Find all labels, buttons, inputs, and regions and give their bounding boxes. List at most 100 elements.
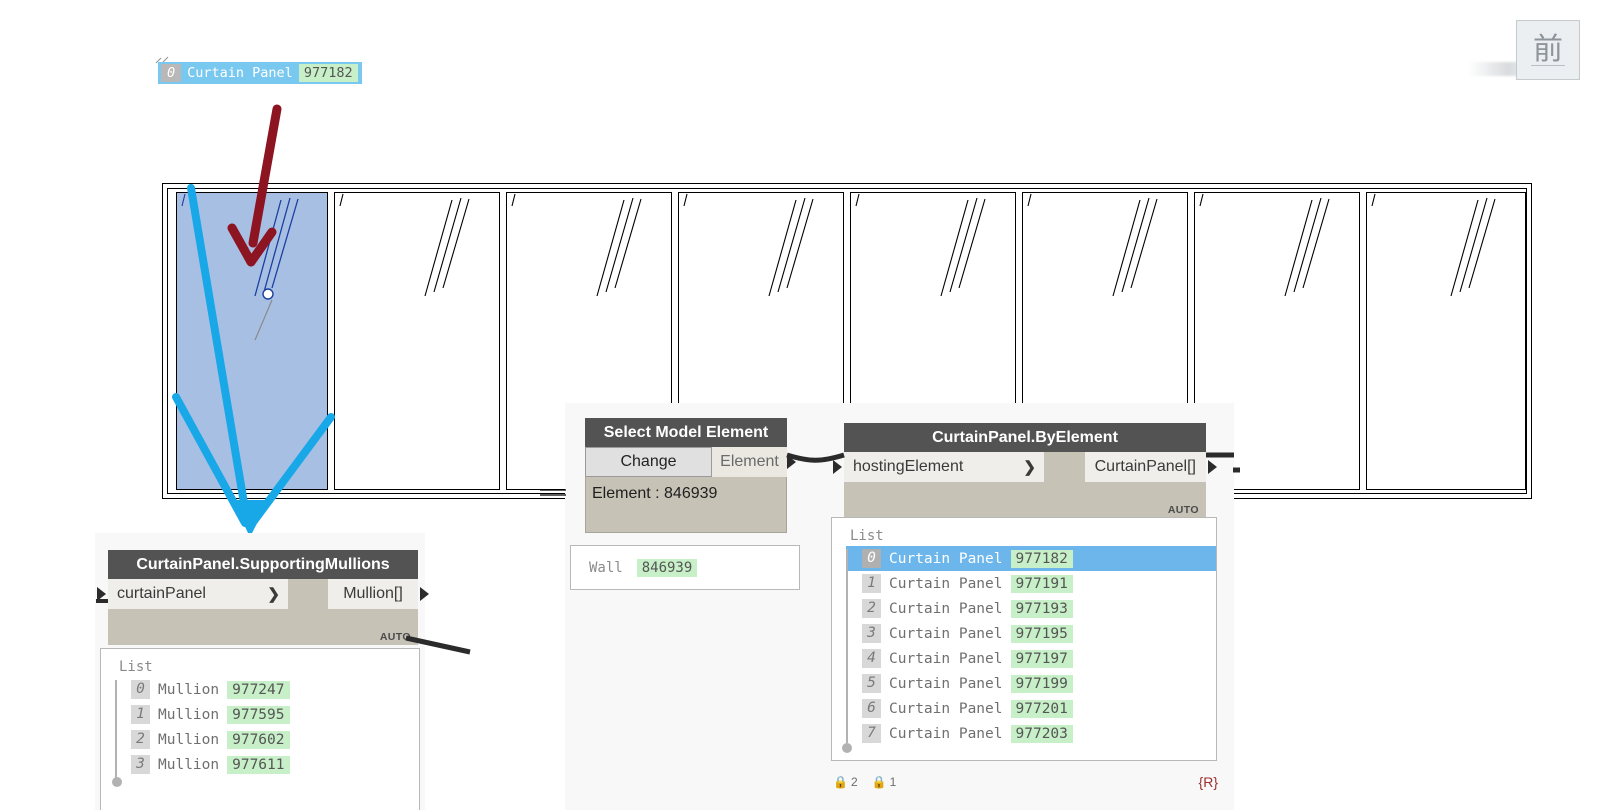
node-auto-badge: AUTO (1167, 504, 1199, 516)
output-port-label: Mullion[] (343, 585, 403, 602)
list-item-value: 977195 (1010, 624, 1073, 643)
list-item[interactable]: 0 Mullion 977247 (115, 677, 419, 702)
mullion-watch-list[interactable]: List 0 Mullion 977247 1 Mullion 977595 2… (100, 648, 420, 810)
list-item[interactable]: 1 Mullion 977595 (115, 702, 419, 727)
input-nub (97, 587, 106, 601)
list-item-index: 1 (131, 705, 150, 724)
mullion-list-title: List (119, 659, 153, 675)
list-item-name: Curtain Panel (889, 575, 1003, 592)
wall-watch-bubble[interactable]: Wall 846939 (570, 545, 800, 590)
input-port-label: hostingElement (853, 458, 964, 475)
input-port-curtainpanel[interactable]: curtainPanel ❯ (108, 579, 288, 609)
mullion-list-rows: 0 Mullion 977247 1 Mullion 977595 2 Mull… (101, 677, 419, 787)
table-row[interactable]: 0 Curtain Panel 977182 (846, 546, 1216, 571)
output-nub (420, 587, 429, 601)
list-item-name: Curtain Panel (889, 550, 1003, 567)
list-item[interactable]: 3 Mullion 977611 (115, 752, 419, 777)
list-item-value: 977611 (227, 755, 290, 774)
list-item-value: 977199 (1010, 674, 1073, 693)
list-item-name: Curtain Panel (889, 600, 1003, 617)
tooltip-index: 0 (161, 64, 182, 82)
panel-list-rows: 0 Curtain Panel 977182 1 Curtain Panel 9… (832, 546, 1216, 754)
output-port-element[interactable]: Element (712, 447, 787, 477)
list-item-name: Mullion (158, 706, 220, 723)
list-item-index: 4 (862, 649, 881, 668)
list-item-name: Curtain Panel (889, 725, 1003, 742)
list-item-name: Mullion (158, 756, 220, 773)
node-title: Select Model Element (585, 418, 787, 447)
change-button[interactable]: Change (585, 447, 712, 477)
list-item-index: 2 (131, 730, 150, 749)
panel-list-title: List (850, 528, 884, 544)
list-item-name: Mullion (158, 681, 220, 698)
screenshot-root: 0 Curtain Panel 977182 前 CurtainPanel.Su… (0, 0, 1604, 810)
node-body: curtainPanel ❯ Mullion[] AUTO (97, 579, 429, 645)
list-item-name: Curtain Panel (889, 675, 1003, 692)
dynamo-status-bar: 🔒 2 🔒 1 {R} (833, 767, 1218, 797)
lock-icon: 🔒 (871, 775, 887, 789)
input-port-label: curtainPanel (117, 585, 206, 602)
list-item-index: 7 (862, 724, 881, 743)
list-item[interactable]: 2 Mullion 977602 (115, 727, 419, 752)
input-port-hostingelement[interactable]: hostingElement ❯ (844, 452, 1044, 482)
output-port-label: CurtainPanel[] (1094, 458, 1196, 475)
list-spine (846, 549, 848, 743)
selected-element-info: Element : 846939 (585, 477, 787, 533)
dynamo-overlay-left: CurtainPanel.SupportingMullions curtainP… (95, 533, 429, 810)
viewcube[interactable]: 前 (1516, 20, 1580, 80)
curtain-panel-1[interactable] (334, 192, 500, 490)
node-title: CurtainPanel.SupportingMullions (108, 550, 418, 579)
list-item-index: 5 (862, 674, 881, 693)
element-hover-tooltip: 0 Curtain Panel 977182 (158, 62, 362, 84)
table-row[interactable]: 1 Curtain Panel 977191 (846, 571, 1216, 596)
code-block-icon[interactable]: {R} (1199, 774, 1218, 790)
list-item-value: 977201 (1010, 699, 1073, 718)
status-item-1[interactable]: 🔒 1 (872, 775, 897, 789)
list-item-index: 3 (862, 624, 881, 643)
tooltip-id: 977182 (298, 64, 358, 82)
chevron-right-icon[interactable]: ❯ (267, 585, 280, 603)
node-select-model-element[interactable]: Select Model Element Change Element Elem… (585, 418, 796, 533)
input-nub (833, 460, 842, 474)
table-row[interactable]: 2 Curtain Panel 977193 (846, 596, 1216, 621)
table-row[interactable]: 3 Curtain Panel 977195 (846, 621, 1216, 646)
output-port-mullion-array[interactable]: Mullion[] (328, 579, 418, 609)
output-nub (1208, 460, 1217, 474)
list-item-name: Curtain Panel (889, 700, 1003, 717)
curtain-panel-0[interactable] (176, 192, 328, 490)
wall-watch-label: Wall (589, 559, 623, 576)
chevron-right-icon[interactable]: ❯ (1023, 458, 1036, 476)
list-item-name: Curtain Panel (889, 625, 1003, 642)
list-item-name: Mullion (158, 731, 220, 748)
list-item-value: 977193 (1010, 599, 1073, 618)
list-item-index: 0 (862, 549, 881, 568)
node-auto-badge: AUTO (379, 631, 411, 643)
table-row[interactable]: 6 Curtain Panel 977201 (846, 696, 1216, 721)
list-item-name: Curtain Panel (889, 650, 1003, 667)
list-item-value: 977203 (1010, 724, 1073, 743)
curtain-panel-watch-list[interactable]: List 0 Curtain Panel 977182 1 Curtain Pa… (831, 517, 1217, 761)
wall-watch-value: 846939 (636, 558, 698, 577)
node-body: hostingElement ❯ CurtainPanel[] AUTO (833, 452, 1217, 518)
curtain-panel-7[interactable] (1366, 192, 1526, 490)
list-item-value: 977595 (227, 705, 290, 724)
list-spine (115, 680, 117, 779)
list-item-index: 3 (131, 755, 150, 774)
table-row[interactable]: 7 Curtain Panel 977203 (846, 721, 1216, 746)
table-row[interactable]: 4 Curtain Panel 977197 (846, 646, 1216, 671)
list-item-index: 0 (131, 680, 150, 699)
node-curtainpanel-supportingmullions[interactable]: CurtainPanel.SupportingMullions curtainP… (97, 550, 429, 645)
list-item-index: 2 (862, 599, 881, 618)
table-row[interactable]: 5 Curtain Panel 977199 (846, 671, 1216, 696)
list-item-value: 977197 (1010, 649, 1073, 668)
node-title: CurtainPanel.ByElement (844, 423, 1206, 452)
list-item-value: 977191 (1010, 574, 1073, 593)
dynamo-canvas[interactable]: Select Model Element Change Element Elem… (565, 403, 1234, 810)
list-end-dot (842, 743, 852, 753)
status-item-value: 2 (850, 775, 858, 789)
output-nub (787, 455, 796, 469)
node-curtainpanel-byelement[interactable]: CurtainPanel.ByElement hostingElement ❯ … (833, 423, 1217, 518)
status-item-0[interactable]: 🔒 2 (833, 775, 858, 789)
output-port-curtainpanel-array[interactable]: CurtainPanel[] (1084, 452, 1206, 482)
list-item-value: 977182 (1010, 549, 1073, 568)
